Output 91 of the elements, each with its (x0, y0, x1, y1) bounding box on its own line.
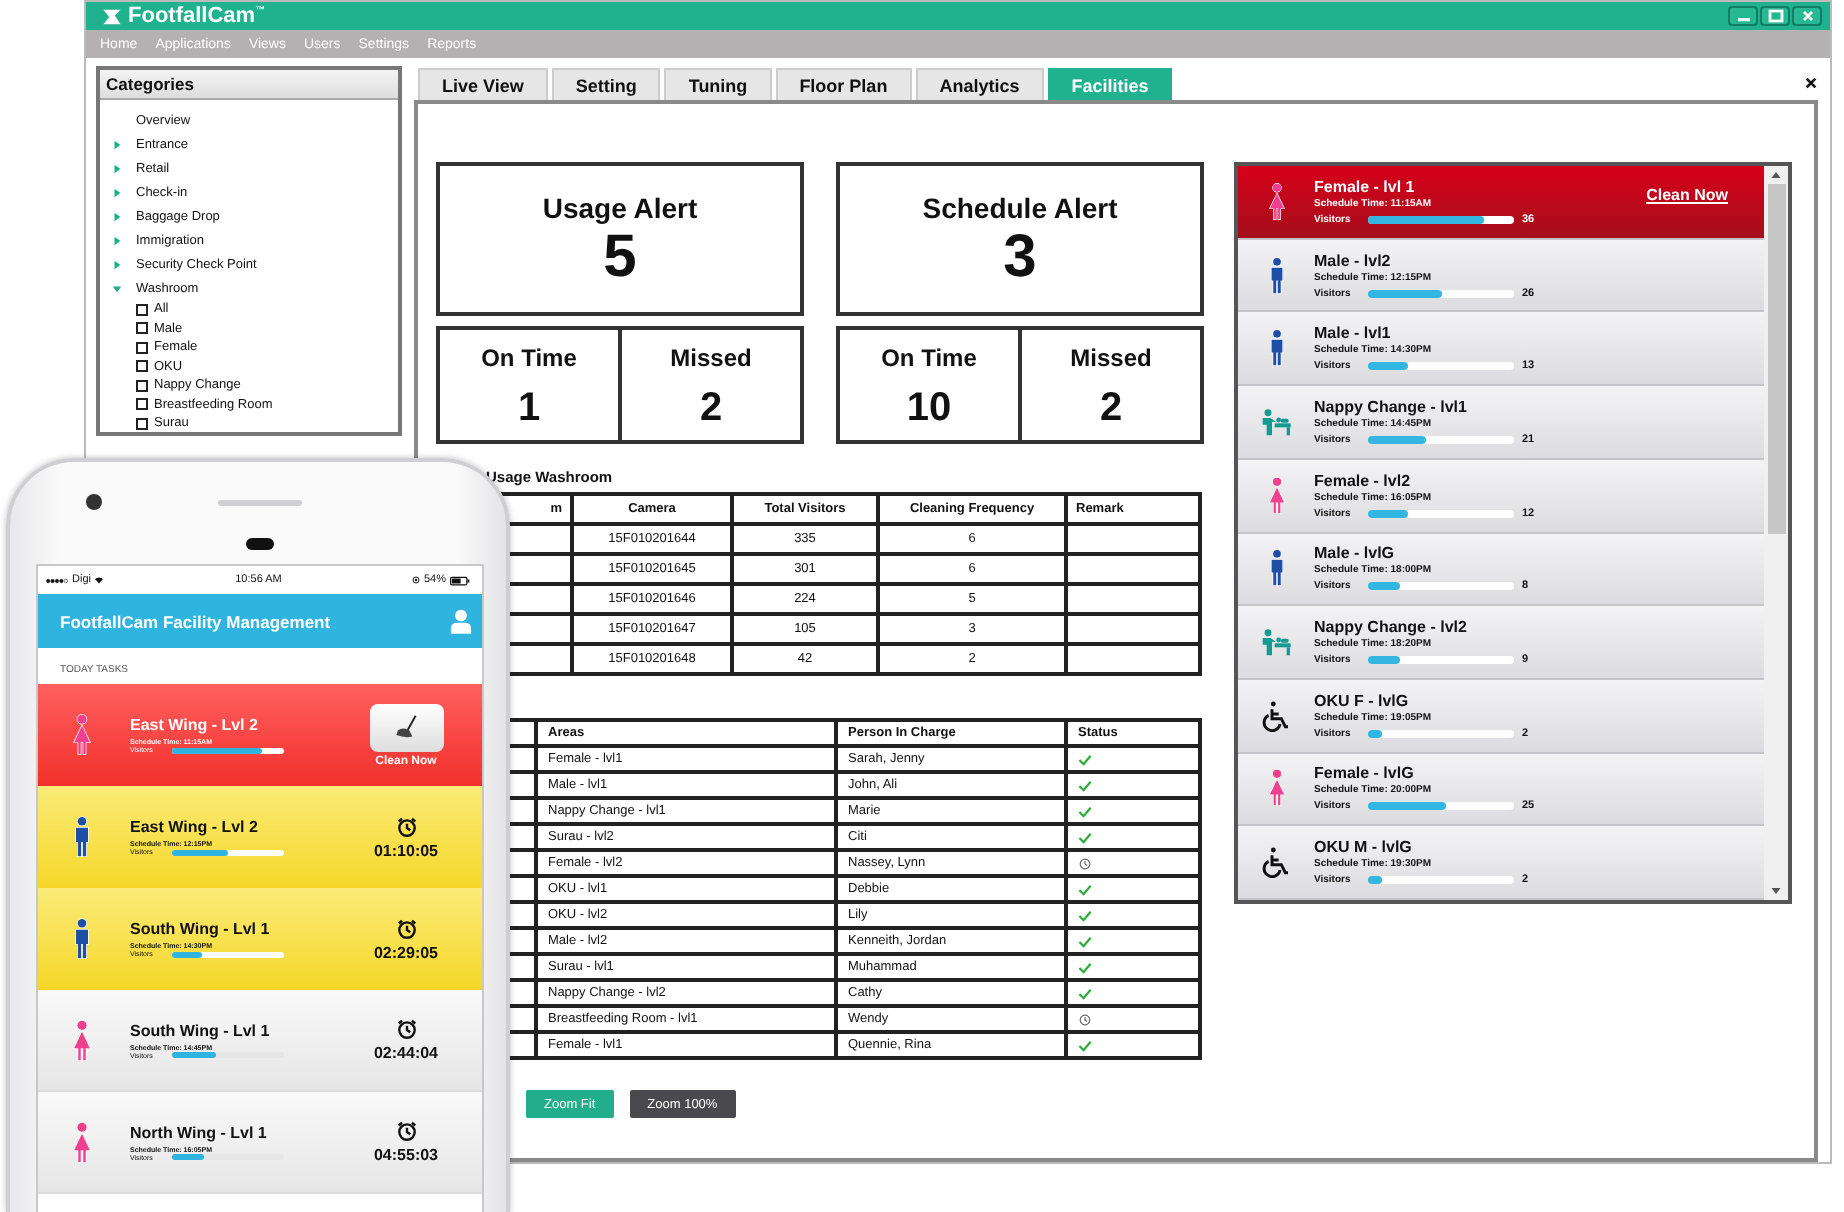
male-icon (1267, 326, 1285, 371)
scroll-up-icon[interactable] (1770, 170, 1782, 180)
checkbox[interactable] (136, 417, 148, 430)
tab[interactable]: Floor Plan (775, 68, 912, 100)
tab[interactable]: Live View (418, 68, 548, 100)
female-icon (1267, 473, 1285, 518)
collapsed-arrow-icon[interactable] (112, 235, 122, 245)
stat-label: On Time (881, 343, 977, 371)
close-icon[interactable] (1804, 76, 1818, 90)
stat-value: 10 (906, 387, 952, 427)
countdown-timer: 01:10:05 (373, 841, 439, 859)
close-icon (1797, 8, 1817, 24)
baby-changing-icon (1260, 626, 1292, 659)
stat-label: Missed (1070, 343, 1152, 371)
collapsed-arrow-icon[interactable] (112, 139, 122, 149)
facility-name: Female - lvl2 (1314, 471, 1413, 490)
collapsed-arrow-icon[interactable] (112, 187, 122, 197)
checkbox[interactable] (136, 360, 148, 373)
logo-icon (102, 7, 122, 25)
facility-name: Male - lvl2 (1314, 251, 1393, 270)
male-icon (72, 812, 92, 862)
stat-label: Missed (670, 343, 752, 371)
expanded-arrow-icon[interactable] (112, 283, 122, 293)
stat-value: 1 (517, 387, 541, 427)
female-icon (1267, 179, 1285, 224)
stat-value: 2 (699, 387, 723, 427)
panel-header: Categories (100, 70, 398, 100)
checkbox[interactable] (136, 303, 148, 316)
alert-title: Schedule Alert (922, 191, 1118, 223)
checkbox[interactable] (136, 322, 148, 335)
alarm-clock-icon (395, 1120, 417, 1142)
female-icon (72, 710, 92, 760)
female-icon (1267, 766, 1285, 811)
alert-count: 5 (603, 227, 637, 287)
task-name: South Wing - Lvl 1 (130, 1021, 272, 1039)
male-icon (1267, 546, 1285, 591)
close-button[interactable] (1792, 6, 1822, 26)
checkbox[interactable] (136, 398, 148, 411)
tab[interactable]: Tuning (664, 68, 772, 100)
scroll-down-icon[interactable] (1770, 886, 1782, 896)
countdown-timer: 02:29:05 (373, 943, 439, 961)
countdown-timer: 02:44:04 (373, 1044, 439, 1062)
facility-name: OKU M - lvlG (1314, 838, 1414, 857)
wifi-icon (94, 576, 105, 584)
app-logo: FootfallCam$^{™}$ (128, 4, 266, 28)
tab[interactable]: Analytics (915, 68, 1044, 100)
collapsed-arrow-icon[interactable] (112, 259, 122, 269)
minimize-button[interactable] (1728, 6, 1758, 26)
alert-title: Usage Alert (542, 191, 698, 223)
maximize-icon (1765, 8, 1785, 24)
wheelchair-icon (1260, 699, 1292, 732)
facility-name: Female - lvl 1 (1314, 177, 1417, 196)
app-title: FootfallCam Facility Management (60, 611, 331, 631)
wheelchair-icon (1260, 846, 1292, 879)
facility-name: Male - lvlG (1314, 544, 1397, 563)
scrollbar-thumb[interactable] (1767, 184, 1785, 534)
task-name: East Wing - Lvl 2 (130, 818, 260, 836)
signal-icon (46, 577, 68, 583)
task-name: East Wing - Lvl 2 (130, 716, 260, 734)
alarm-clock-icon (395, 917, 417, 939)
facility-name: Male - lvl1 (1314, 324, 1393, 343)
battery-icon (450, 575, 470, 585)
alarm-clock-icon (395, 1018, 417, 1040)
stat-label: On Time (481, 343, 577, 371)
countdown-timer: 04:55:03 (373, 1146, 439, 1164)
alarm-clock-icon (395, 815, 417, 837)
clean-now-button[interactable] (369, 703, 443, 751)
stat-value: 2 (1099, 387, 1123, 427)
facility-name: Nappy Change - lvl2 (1314, 618, 1469, 637)
collapsed-arrow-icon[interactable] (112, 211, 122, 221)
task-name: South Wing - Lvl 1 (130, 920, 272, 938)
alert-count: 3 (1003, 227, 1037, 287)
checkbox[interactable] (136, 379, 148, 392)
male-icon (1267, 253, 1285, 298)
female-icon (72, 1117, 92, 1167)
tab[interactable]: Setting (551, 68, 661, 100)
task-name: North Wing - Lvl 1 (130, 1123, 269, 1141)
facility-name: Nappy Change - lvl1 (1314, 397, 1469, 416)
male-icon (72, 914, 92, 964)
clean-now-link[interactable]: Clean Now (1646, 186, 1728, 204)
collapsed-arrow-icon[interactable] (112, 163, 122, 173)
baby-changing-icon (1260, 405, 1292, 438)
sensor-icon (246, 538, 274, 550)
checkbox[interactable] (136, 341, 148, 354)
camera-icon (86, 494, 102, 510)
female-icon (72, 1015, 92, 1065)
speaker-icon (218, 500, 302, 506)
facility-name: OKU F - lvlG (1314, 691, 1411, 710)
scrollbar[interactable] (1764, 166, 1788, 900)
maximize-button[interactable] (1760, 6, 1790, 26)
facility-name: Female - lvlG (1314, 764, 1416, 783)
